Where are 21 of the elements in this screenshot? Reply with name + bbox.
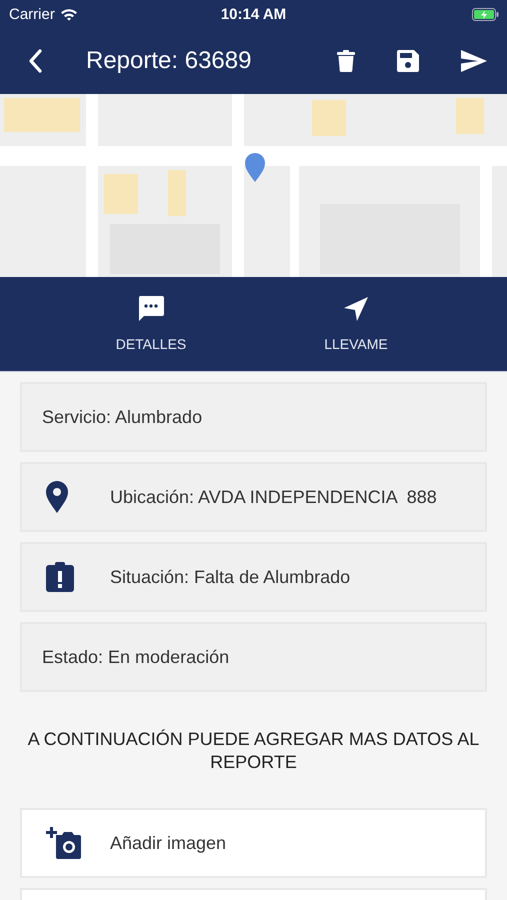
battery-icon	[472, 8, 499, 20]
clipboard-alert-icon	[46, 562, 74, 592]
report-title: Reporte: 63689	[86, 47, 252, 75]
trash-icon	[337, 50, 355, 72]
navigation-arrow-icon	[343, 296, 369, 322]
wifi-icon	[60, 8, 78, 20]
detail-text: Estado: En moderación	[42, 646, 230, 668]
carrier-name: Carrier	[9, 6, 55, 22]
status-time: 10:14 AM	[220, 6, 286, 22]
add-camera-icon	[46, 827, 82, 859]
send-icon	[461, 50, 487, 72]
detail-text: Servicio: Alumbrado	[42, 406, 202, 428]
tab[interactable]: LLEVAME	[311, 277, 401, 371]
chat-bubble-icon	[138, 296, 164, 322]
back-icon	[28, 49, 42, 73]
instructions-text: A CONTINUACIÓN PUEDE AGREGAR MAS DATOS AL REPORTE	[26, 728, 480, 774]
tab[interactable]: DETALLES	[106, 277, 196, 371]
detail-text: Situación: Falta de Alumbrado	[110, 566, 350, 588]
detail-text: Ubicación: AVDA INDEPENDENCIA 888	[110, 486, 437, 508]
location-pin-icon	[46, 481, 68, 513]
add-image-button[interactable]: Añadir imagen	[20, 808, 487, 878]
